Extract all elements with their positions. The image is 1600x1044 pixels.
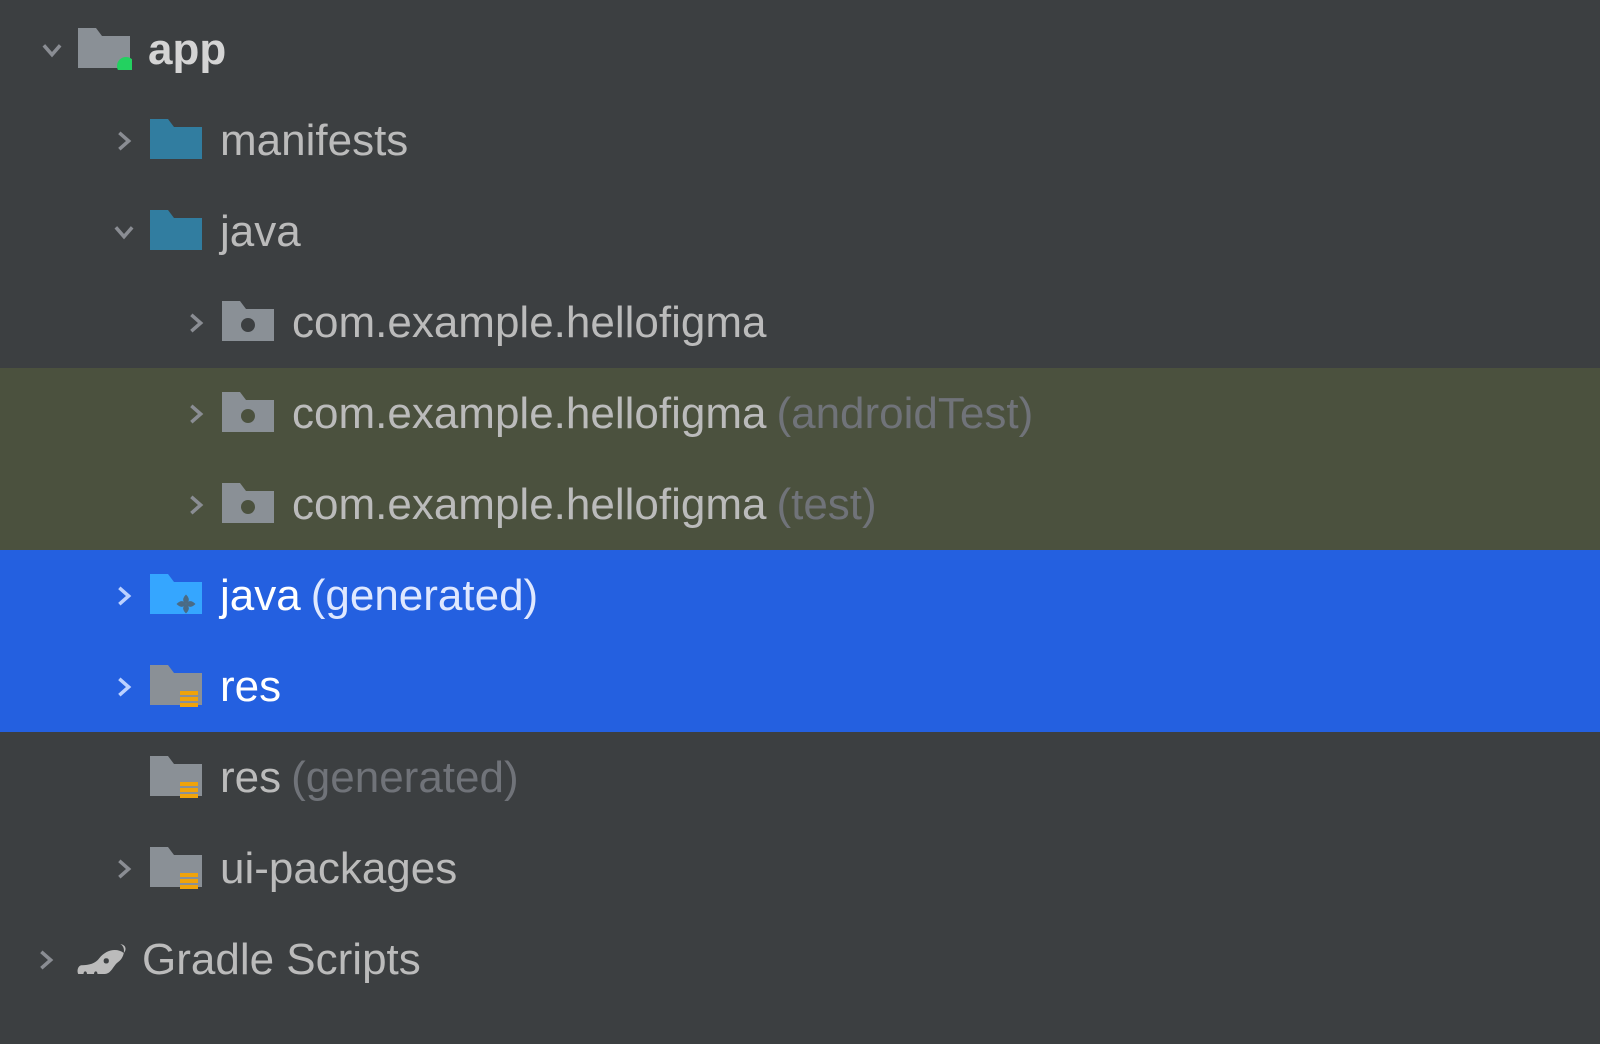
item-label: com.example.hellofigma [292, 389, 766, 439]
chevron-right-icon [100, 855, 148, 883]
package-folder-icon [220, 481, 280, 529]
tree-item-package-androidtest[interactable]: com.example.hellofigma (androidTest) [0, 368, 1600, 459]
folder-icon [148, 117, 208, 165]
tree-item-res[interactable]: res [0, 641, 1600, 732]
item-label: java [220, 571, 301, 621]
chevron-right-icon [172, 400, 220, 428]
item-label: com.example.hellofigma [292, 298, 766, 348]
item-label: Gradle Scripts [142, 935, 421, 985]
module-folder-icon [76, 26, 136, 74]
arrow-spacer [100, 764, 148, 792]
tree-item-ui-packages[interactable]: ui-packages [0, 823, 1600, 914]
resources-folder-icon [148, 663, 208, 711]
tree-item-package-main[interactable]: com.example.hellofigma [0, 277, 1600, 368]
resources-folder-icon [148, 845, 208, 893]
item-suffix: (androidTest) [776, 389, 1033, 439]
tree-item-manifests[interactable]: manifests [0, 95, 1600, 186]
tree-item-java-generated[interactable]: java (generated) [0, 550, 1600, 641]
item-suffix: (generated) [291, 753, 518, 803]
item-label-group: com.example.hellofigma (test) [292, 480, 877, 530]
item-suffix: (test) [776, 480, 876, 530]
item-label: manifests [220, 116, 408, 166]
item-label: java [220, 207, 301, 257]
tree-item-package-test[interactable]: com.example.hellofigma (test) [0, 459, 1600, 550]
chevron-right-icon [172, 309, 220, 337]
chevron-right-icon [22, 946, 70, 974]
chevron-right-icon [100, 673, 148, 701]
chevron-right-icon [100, 127, 148, 155]
item-label: com.example.hellofigma [292, 480, 766, 530]
chevron-down-icon [28, 36, 76, 64]
chevron-right-icon [100, 582, 148, 610]
chevron-down-icon [100, 218, 148, 246]
item-label: ui-packages [220, 844, 457, 894]
item-label-group: java (generated) [220, 571, 538, 621]
item-label-group: com.example.hellofigma (androidTest) [292, 389, 1033, 439]
folder-icon [148, 208, 208, 256]
gradle-icon [70, 936, 132, 984]
resources-folder-icon [148, 754, 208, 802]
tree-item-java[interactable]: java [0, 186, 1600, 277]
item-suffix: (generated) [311, 571, 538, 621]
generated-folder-icon [148, 572, 208, 620]
item-label: res [220, 662, 281, 712]
package-folder-icon [220, 299, 280, 347]
tree-item-app[interactable]: app [0, 4, 1600, 95]
item-label-group: res (generated) [220, 753, 519, 803]
item-label: res [220, 753, 281, 803]
package-folder-icon [220, 390, 280, 438]
project-tree: app manifests java [0, 0, 1600, 1005]
chevron-right-icon [172, 491, 220, 519]
item-label: app [148, 25, 226, 75]
tree-item-gradle-scripts[interactable]: Gradle Scripts [0, 914, 1600, 1005]
tree-item-res-generated[interactable]: res (generated) [0, 732, 1600, 823]
